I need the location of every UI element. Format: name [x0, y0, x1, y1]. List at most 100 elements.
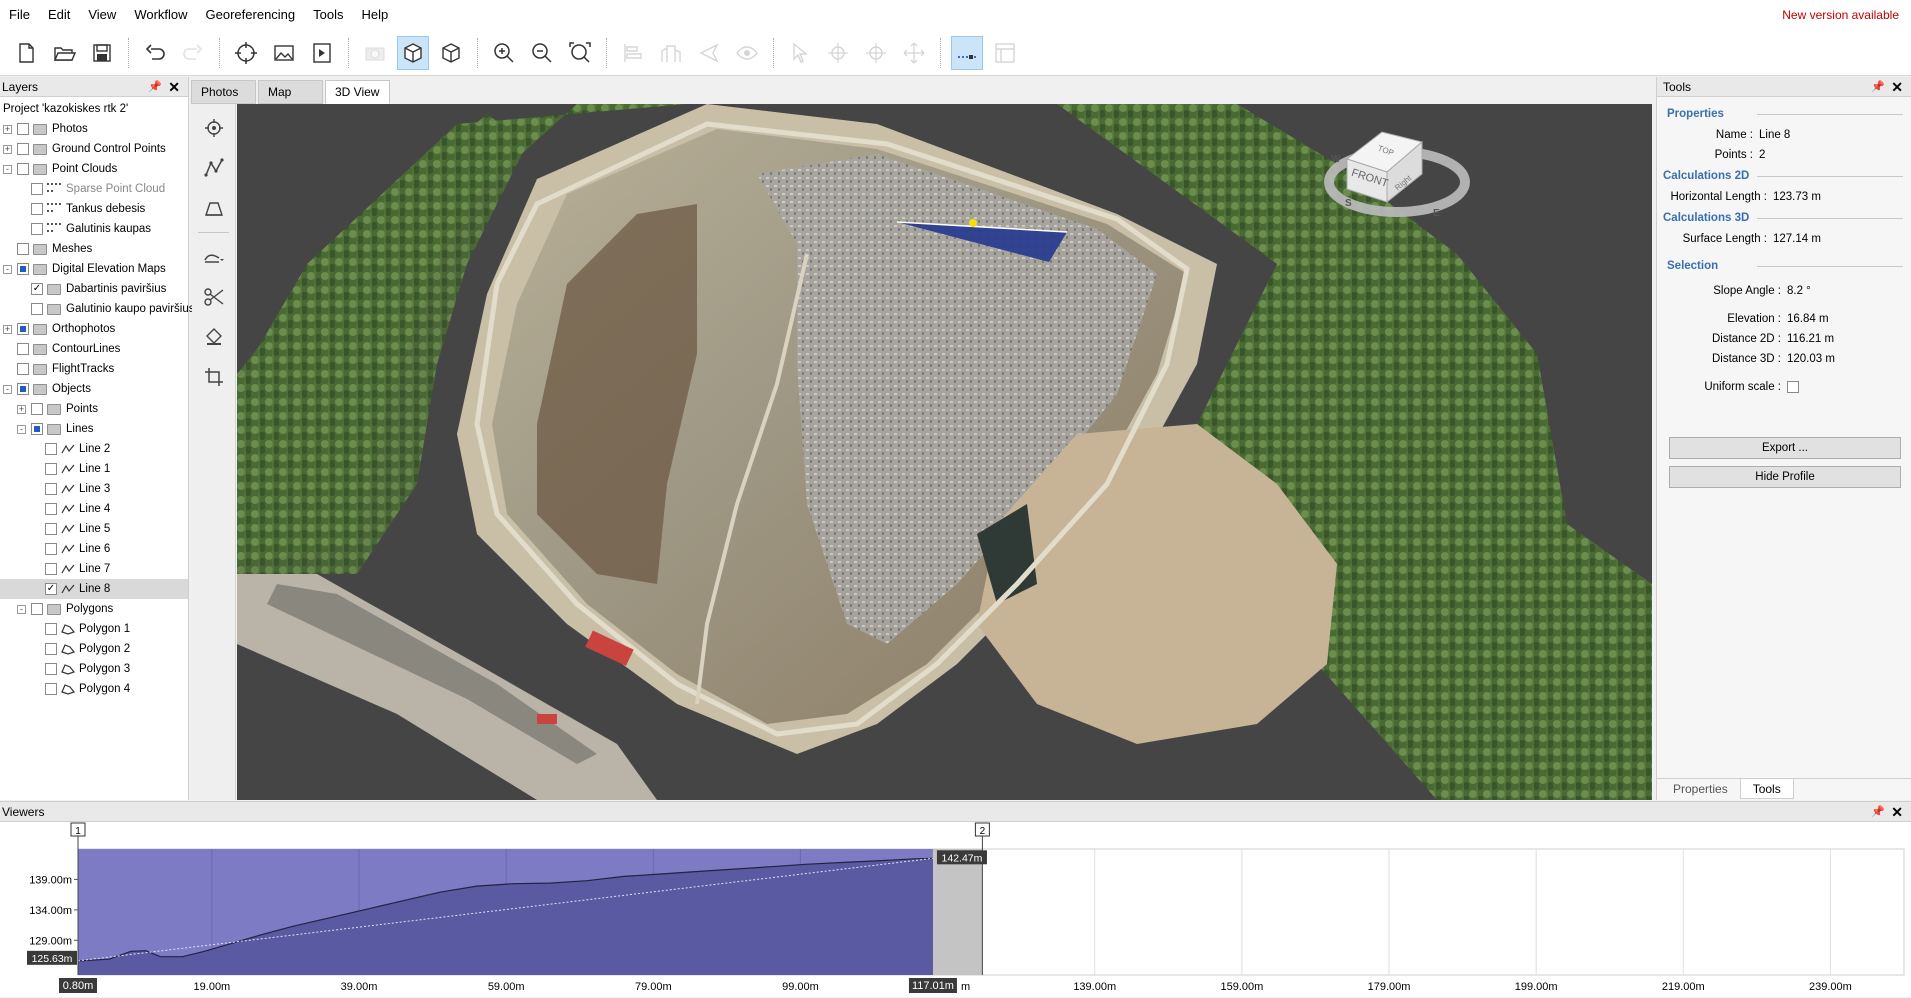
layer-tree-item[interactable]: Line 7 [0, 559, 188, 579]
profile-marker-end-label[interactable]: 2 [980, 826, 986, 837]
3d-viewport[interactable]: TOP FRONT Right W S E [237, 104, 1652, 800]
collapse-icon[interactable]: - [17, 424, 26, 434]
cube-wire-button[interactable] [435, 36, 467, 70]
surface-dropdown-tool-button[interactable] [198, 241, 230, 273]
new-version-link[interactable]: New version available [1782, 0, 1899, 30]
layer-visibility-checkbox[interactable] [31, 303, 43, 315]
layer-tree-item[interactable]: Sparse Point Cloud [0, 179, 188, 199]
zoom-out-button[interactable] [526, 36, 558, 70]
layer-visibility-checkbox[interactable] [17, 123, 29, 135]
collapse-icon[interactable]: - [3, 384, 12, 394]
layer-visibility-checkbox[interactable] [31, 283, 43, 295]
layer-tree-item[interactable]: Polygon 4 [0, 679, 188, 699]
fill-tool-button[interactable] [198, 321, 230, 353]
cut-tool-button[interactable] [198, 281, 230, 313]
layer-visibility-checkbox[interactable] [31, 183, 43, 195]
open-folder-button[interactable] [48, 36, 80, 70]
pin-icon[interactable]: 📌 [148, 77, 162, 97]
layer-tree-item[interactable]: ContourLines [0, 339, 188, 359]
layer-visibility-checkbox[interactable] [45, 543, 57, 555]
layer-tree-item[interactable]: Meshes [0, 239, 188, 259]
select-arrow-button[interactable] [784, 36, 816, 70]
layer-visibility-checkbox[interactable] [45, 623, 57, 635]
layer-visibility-checkbox[interactable] [45, 443, 57, 455]
export-button[interactable]: Export ... [1669, 437, 1901, 459]
layer-tree-item[interactable]: Project 'kazokiskes rtk 2' [0, 99, 188, 119]
expand-icon[interactable]: + [3, 144, 12, 154]
layer-visibility-checkbox[interactable] [17, 363, 29, 375]
menu-file[interactable]: File [0, 0, 39, 30]
align-button[interactable] [617, 36, 649, 70]
layer-visibility-checkbox[interactable] [45, 523, 57, 535]
layer-visibility-checkbox[interactable] [45, 643, 57, 655]
collapse-icon[interactable]: - [3, 264, 12, 274]
layer-visibility-checkbox[interactable] [17, 383, 29, 395]
crop-tool-button[interactable] [198, 361, 230, 393]
tab-properties[interactable]: Properties [1661, 779, 1740, 799]
crosshair-button[interactable] [230, 36, 262, 70]
layer-visibility-checkbox[interactable] [31, 223, 43, 235]
layer-visibility-checkbox[interactable] [31, 403, 43, 415]
layer-tree-item[interactable]: Polygon 2 [0, 639, 188, 659]
layer-tree-item[interactable]: - Lines [0, 419, 188, 439]
layer-visibility-checkbox[interactable] [17, 263, 29, 275]
camera-button[interactable] [359, 36, 391, 70]
layer-visibility-checkbox[interactable] [45, 663, 57, 675]
layer-tree-item[interactable]: - Polygons [0, 599, 188, 619]
menu-view[interactable]: View [79, 0, 125, 30]
menu-edit[interactable]: Edit [39, 0, 79, 30]
zoom-in-button[interactable] [488, 36, 520, 70]
layer-tree-item[interactable]: Line 3 [0, 479, 188, 499]
layer-visibility-checkbox[interactable] [17, 243, 29, 255]
layer-tree-item[interactable]: Dabartinis paviršius [0, 279, 188, 299]
layer-tree-item[interactable]: Line 2 [0, 439, 188, 459]
new-file-button[interactable] [10, 36, 42, 70]
close-icon[interactable]: ✕ [1891, 77, 1903, 97]
menu-workflow[interactable]: Workflow [125, 0, 196, 30]
layer-tree-item[interactable]: Galutinis kaupas [0, 219, 188, 239]
collapse-icon[interactable]: - [17, 604, 26, 614]
uniform-scale-checkbox[interactable] [1787, 381, 1799, 393]
undo-button[interactable] [139, 36, 171, 70]
image-button[interactable] [268, 36, 300, 70]
measure-point[interactable] [969, 219, 977, 227]
collapse-icon[interactable]: - [3, 164, 12, 174]
pin-icon[interactable]: 📌 [1871, 802, 1885, 822]
layer-visibility-checkbox[interactable] [45, 463, 57, 475]
expand-icon[interactable]: + [17, 404, 26, 414]
eye-button[interactable] [731, 36, 763, 70]
tab-tools[interactable]: Tools [1739, 779, 1794, 799]
tab-map[interactable]: Map [258, 80, 323, 104]
layer-visibility-checkbox[interactable] [17, 163, 29, 175]
add-point-button[interactable] [822, 36, 854, 70]
layer-tree-item[interactable]: Line 8 [0, 579, 188, 599]
menu-georeferencing[interactable]: Georeferencing [197, 0, 305, 30]
cube-solid-button[interactable] [397, 35, 429, 70]
layer-tree-item[interactable]: Polygon 3 [0, 659, 188, 679]
layer-tree-item[interactable]: + Orthophotos [0, 319, 188, 339]
close-icon[interactable]: ✕ [1891, 802, 1903, 822]
layer-visibility-checkbox[interactable] [45, 483, 57, 495]
navigation-cube[interactable]: TOP FRONT Right W S E [1324, 131, 1470, 219]
layer-tree-item[interactable]: Polygon 1 [0, 619, 188, 639]
layer-tree-item[interactable]: Galutinio kaupo paviršius [0, 299, 195, 319]
layer-tree-item[interactable]: + Photos [0, 119, 188, 139]
layer-visibility-checkbox[interactable] [45, 683, 57, 695]
layer-tree-item[interactable]: Line 5 [0, 519, 188, 539]
layer-visibility-checkbox[interactable] [17, 143, 29, 155]
layer-tree-item[interactable]: Line 1 [0, 459, 188, 479]
layer-visibility-checkbox[interactable] [17, 323, 29, 335]
play-button[interactable] [306, 36, 338, 70]
pin-icon[interactable]: 📌 [1871, 77, 1885, 97]
menu-help[interactable]: Help [353, 0, 398, 30]
layer-tree-item[interactable]: FlightTracks [0, 359, 188, 379]
redo-button[interactable] [177, 36, 209, 70]
layer-visibility-checkbox[interactable] [31, 203, 43, 215]
layer-tree-item[interactable]: - Point Clouds [0, 159, 188, 179]
terrain-render[interactable]: TOP FRONT Right W S E [237, 104, 1652, 800]
target-tool-button[interactable] [198, 112, 230, 144]
layer-tree-item[interactable]: + Ground Control Points [0, 139, 188, 159]
layer-visibility-checkbox[interactable] [17, 343, 29, 355]
polyline-tool-button[interactable] [198, 152, 230, 184]
layer-tree-item[interactable]: - Objects [0, 379, 188, 399]
